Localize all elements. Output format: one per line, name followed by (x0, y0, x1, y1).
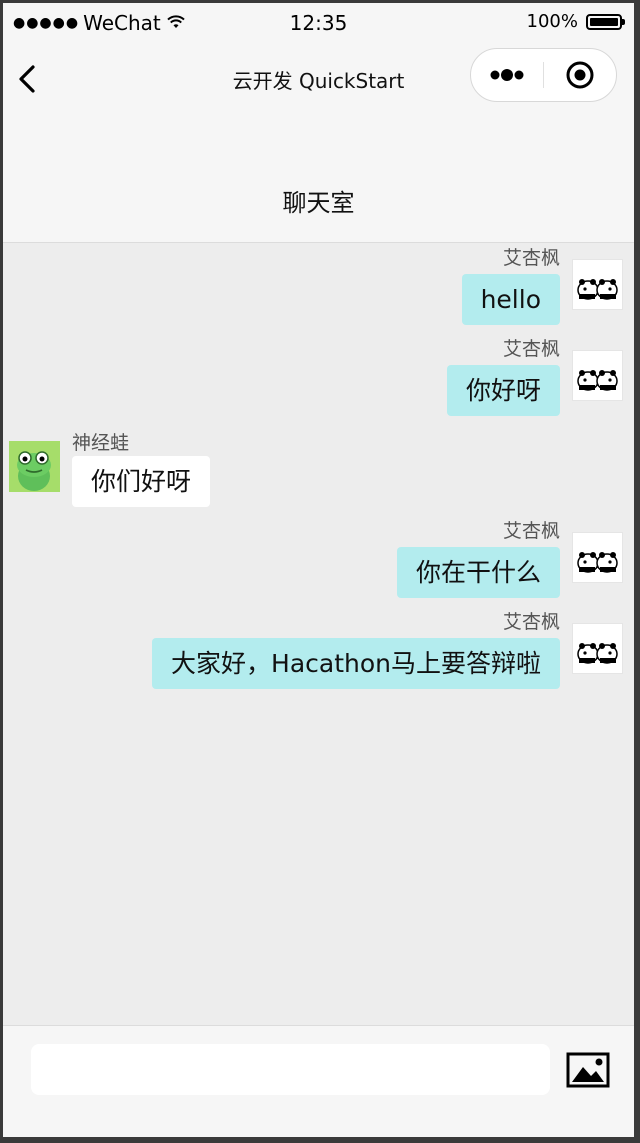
message-item: 神经蛙 你们好呀 (3, 428, 634, 514)
status-right: 100% (526, 11, 625, 32)
panda-avatar-icon[interactable] (572, 623, 623, 674)
message-item: 艾杏枫 hello (3, 243, 634, 329)
panda-avatar-icon[interactable] (572, 259, 623, 310)
sender-name: 艾杏枫 (502, 611, 560, 633)
target-circle-icon[interactable] (544, 49, 616, 101)
message-item: 艾杏枫 大家好，Hacathon马上要答辩啦 (3, 607, 634, 693)
navigation-bar: 云开发 QuickStart 聊天室 (3, 43, 634, 243)
message-bubble[interactable]: 大家好，Hacathon马上要答辩啦 (152, 638, 560, 689)
message-bubble[interactable]: hello (461, 274, 560, 325)
frog-avatar-icon[interactable] (9, 441, 60, 492)
message-bubble[interactable]: 你在干什么 (396, 547, 560, 598)
panda-avatar-icon[interactable] (572, 532, 623, 583)
message-bubble[interactable]: 你好呀 (446, 365, 560, 416)
message-input[interactable] (31, 1044, 550, 1095)
image-icon[interactable] (566, 1052, 610, 1088)
phone-screen: ●●●●● WeChat 12:35 100% 云开发 QuickStart 聊… (3, 3, 634, 1137)
input-bar (3, 1025, 634, 1137)
message-item: 艾杏枫 你好呀 (3, 334, 634, 420)
sender-name: 艾杏枫 (502, 247, 560, 269)
chat-message-list[interactable]: 艾杏枫 hello 艾杏枫 你好呀 神经蛙 你们好呀 艾杏枫 你在干什么 艾杏枫… (3, 243, 634, 1025)
battery-percent: 100% (526, 11, 578, 32)
page-title: 聊天室 (282, 189, 355, 217)
sender-name: 神经蛙 (72, 432, 130, 454)
message-item: 艾杏枫 你在干什么 (3, 516, 634, 602)
battery-icon (586, 13, 625, 30)
sender-name: 艾杏枫 (502, 338, 560, 360)
mini-program-capsule (470, 48, 617, 102)
panda-avatar-icon[interactable] (572, 350, 623, 401)
more-dots-icon[interactable] (471, 49, 543, 101)
sender-name: 艾杏枫 (502, 520, 560, 542)
status-bar: ●●●●● WeChat 12:35 100% (3, 3, 634, 43)
message-bubble[interactable]: 你们好呀 (72, 456, 211, 507)
